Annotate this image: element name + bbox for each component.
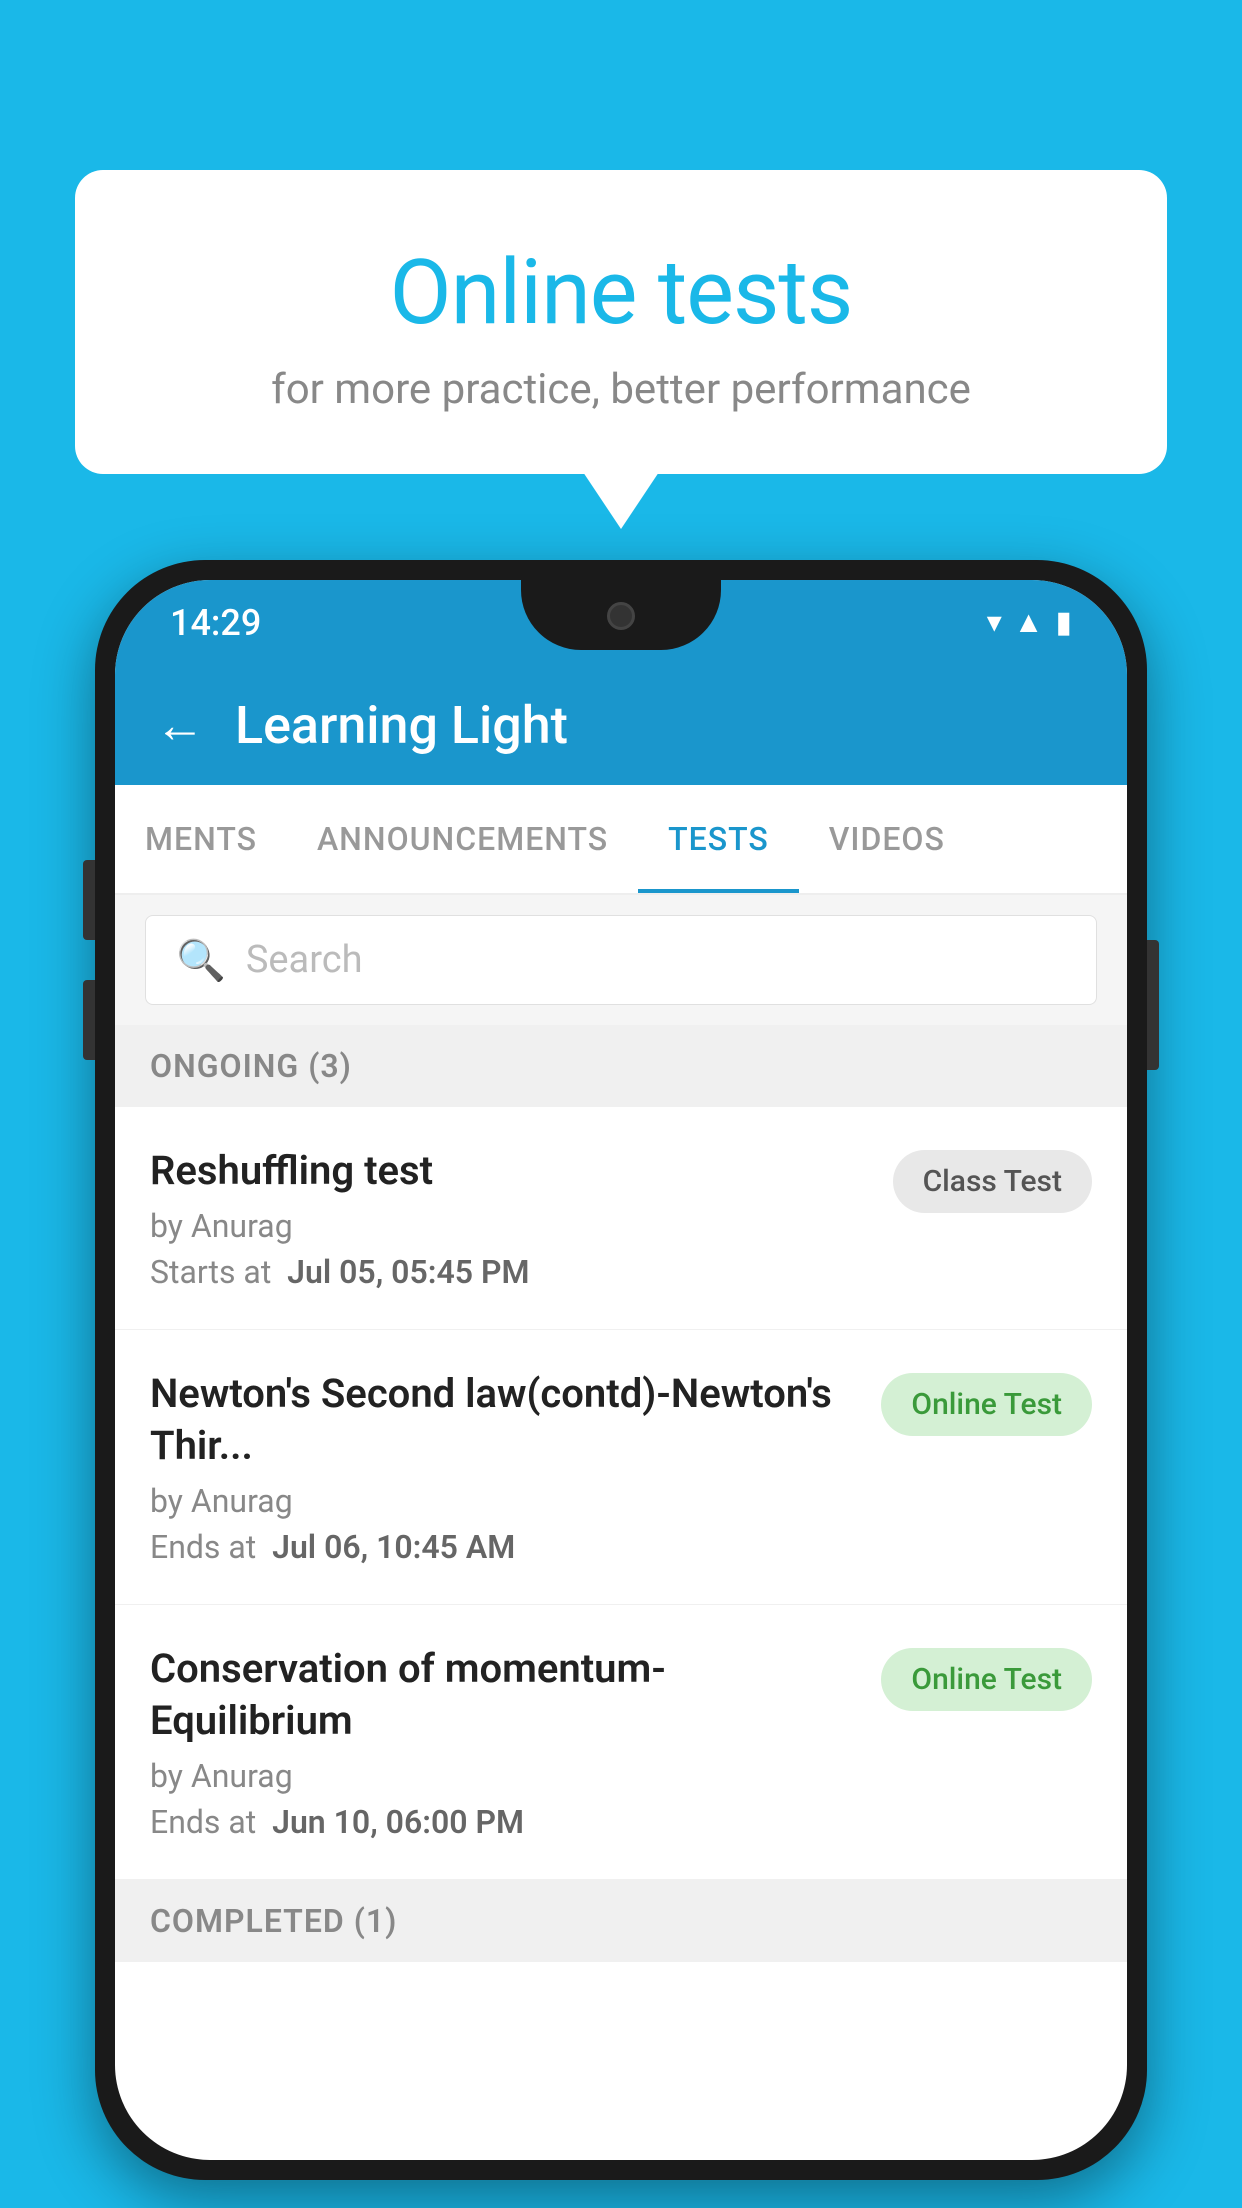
tab-ments[interactable]: MENTS bbox=[115, 785, 287, 893]
test-title: Conservation of momentum-Equilibrium bbox=[150, 1643, 861, 1747]
completed-section-header: COMPLETED (1) bbox=[115, 1880, 1127, 1962]
test-item[interactable]: Conservation of momentum-Equilibrium by … bbox=[115, 1605, 1127, 1880]
wifi-icon: ▾ bbox=[987, 605, 1002, 640]
date-value: Jun 10, 06:00 PM bbox=[272, 1803, 524, 1841]
search-input[interactable]: Search bbox=[246, 938, 363, 982]
test-date: Starts at Jul 05, 05:45 PM bbox=[150, 1253, 873, 1291]
back-button[interactable]: ← bbox=[155, 696, 205, 755]
signal-icon: ▲ bbox=[1014, 605, 1044, 640]
status-time: 14:29 bbox=[170, 602, 261, 644]
speech-bubble-container: Online tests for more practice, better p… bbox=[75, 170, 1167, 474]
online-test-badge-2: Online Test bbox=[881, 1648, 1092, 1711]
power-button bbox=[1147, 940, 1159, 1070]
search-bar[interactable]: 🔍 Search bbox=[145, 915, 1097, 1005]
test-author: by Anurag bbox=[150, 1482, 861, 1520]
volume-up-button bbox=[83, 860, 95, 940]
class-test-badge: Class Test bbox=[893, 1150, 1092, 1213]
search-icon: 🔍 bbox=[176, 937, 226, 984]
test-info: Newton's Second law(contd)-Newton's Thir… bbox=[150, 1368, 861, 1566]
battery-icon: ▮ bbox=[1055, 605, 1072, 640]
phone-frame: 14:29 ▾ ▲ ▮ ← Learning Light MENTS ANNOU… bbox=[95, 560, 1147, 2180]
test-date: Ends at Jul 06, 10:45 AM bbox=[150, 1528, 861, 1566]
test-info: Conservation of momentum-Equilibrium by … bbox=[150, 1643, 861, 1841]
bubble-title: Online tests bbox=[135, 240, 1107, 345]
app-bar: ← Learning Light bbox=[115, 665, 1127, 785]
test-author: by Anurag bbox=[150, 1207, 873, 1245]
date-value: Jul 06, 10:45 AM bbox=[272, 1528, 515, 1566]
test-item[interactable]: Reshuffling test by Anurag Starts at Jul… bbox=[115, 1107, 1127, 1330]
date-value: Jul 05, 05:45 PM bbox=[287, 1253, 529, 1291]
tabs-container: MENTS ANNOUNCEMENTS TESTS VIDEOS bbox=[115, 785, 1127, 895]
phone-notch bbox=[521, 580, 721, 650]
phone-container: 14:29 ▾ ▲ ▮ ← Learning Light MENTS ANNOU… bbox=[95, 560, 1147, 2208]
bubble-subtitle: for more practice, better performance bbox=[135, 365, 1107, 414]
test-date: Ends at Jun 10, 06:00 PM bbox=[150, 1803, 861, 1841]
test-title: Newton's Second law(contd)-Newton's Thir… bbox=[150, 1368, 861, 1472]
date-label: Starts at bbox=[150, 1253, 271, 1291]
ongoing-section-header: ONGOING (3) bbox=[115, 1025, 1127, 1107]
test-info: Reshuffling test by Anurag Starts at Jul… bbox=[150, 1145, 873, 1291]
front-camera bbox=[607, 602, 635, 630]
date-label: Ends at bbox=[150, 1803, 256, 1841]
tab-videos[interactable]: VIDEOS bbox=[799, 785, 975, 893]
volume-down-button bbox=[83, 980, 95, 1060]
date-label: Ends at bbox=[150, 1528, 256, 1566]
test-author: by Anurag bbox=[150, 1757, 861, 1795]
test-item[interactable]: Newton's Second law(contd)-Newton's Thir… bbox=[115, 1330, 1127, 1605]
online-test-badge: Online Test bbox=[881, 1373, 1092, 1436]
test-list: Reshuffling test by Anurag Starts at Jul… bbox=[115, 1107, 1127, 1880]
app-title: Learning Light bbox=[235, 695, 568, 756]
status-icons: ▾ ▲ ▮ bbox=[987, 605, 1072, 640]
phone-screen: 14:29 ▾ ▲ ▮ ← Learning Light MENTS ANNOU… bbox=[115, 580, 1127, 2160]
tab-announcements[interactable]: ANNOUNCEMENTS bbox=[287, 785, 638, 893]
search-container: 🔍 Search bbox=[115, 895, 1127, 1025]
test-title: Reshuffling test bbox=[150, 1145, 873, 1197]
tab-tests[interactable]: TESTS bbox=[638, 785, 799, 893]
speech-bubble: Online tests for more practice, better p… bbox=[75, 170, 1167, 474]
status-bar: 14:29 ▾ ▲ ▮ bbox=[115, 580, 1127, 665]
